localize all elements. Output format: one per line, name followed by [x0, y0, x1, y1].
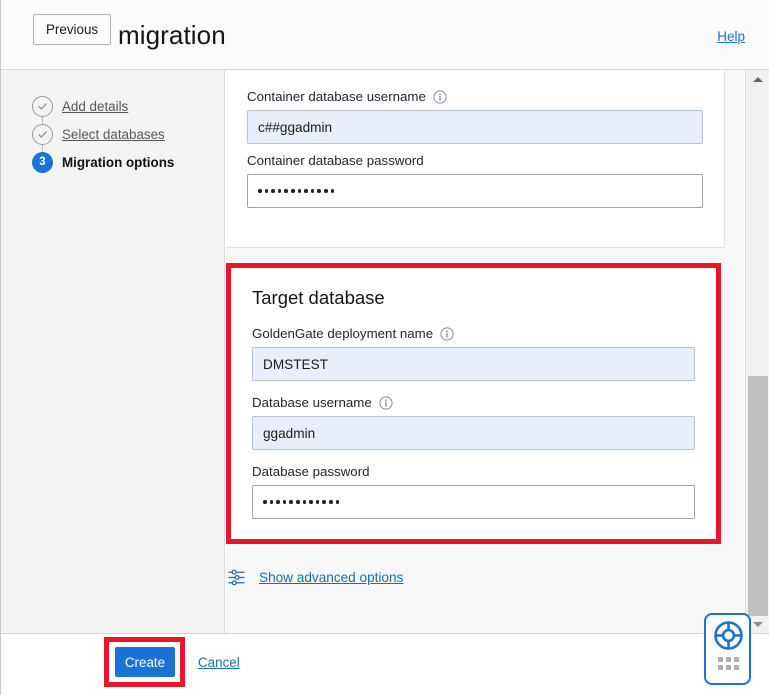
label-text: Container database username: [247, 89, 426, 104]
label-text: GoldenGate deployment name: [252, 326, 434, 341]
container-password-label: Container database password: [247, 153, 703, 168]
database-username-label: Database username: [252, 395, 695, 410]
section-title: Target database: [252, 287, 385, 308]
sidebar-item-add-details[interactable]: Add details: [32, 92, 212, 120]
wizard-form-scroll-area: Container database username c##ggadmin C…: [226, 70, 744, 633]
lifebuoy-icon: [714, 621, 743, 650]
info-icon[interactable]: [440, 326, 454, 341]
goldengate-deployment-label: GoldenGate deployment name: [252, 326, 695, 341]
container-password-input[interactable]: [247, 174, 703, 208]
cancel-link[interactable]: Cancel: [198, 655, 240, 670]
wizard-steps: Add details Select databases 3 Migration…: [32, 92, 212, 176]
show-advanced-options-label: Show advanced options: [259, 570, 404, 585]
source-database-card: Container database username c##ggadmin C…: [226, 70, 725, 248]
info-icon[interactable]: [433, 89, 447, 104]
sidebar-item-label: Add details: [62, 98, 129, 114]
container-username-label: Container database username: [247, 89, 703, 104]
goldengate-deployment-input[interactable]: DMSTEST: [252, 347, 695, 381]
arrow-up-glyph: [753, 76, 763, 82]
database-username-input[interactable]: ggadmin: [252, 416, 695, 450]
check-circle-icon: [32, 123, 53, 145]
label-text: Database username: [252, 395, 372, 410]
container-password-field-group: Container database password: [247, 153, 703, 208]
sliders-icon: [227, 568, 246, 587]
previous-button[interactable]: Previous: [33, 14, 112, 45]
goldengate-deployment-field-group: GoldenGate deployment name DMSTEST: [252, 326, 695, 381]
database-password-label: Database password: [252, 464, 695, 479]
info-icon[interactable]: [379, 395, 393, 410]
chevron-up-icon[interactable]: [746, 70, 769, 88]
password-mask-dots: [258, 189, 335, 193]
label-text: Database password: [252, 464, 370, 479]
target-database-card: Target database GoldenGate deployment na…: [231, 268, 716, 539]
show-advanced-options-toggle[interactable]: Show advanced options: [227, 568, 403, 587]
sidebar-item-migration-options[interactable]: 3 Migration options: [32, 148, 212, 176]
container-username-input[interactable]: c##ggadmin: [247, 110, 703, 144]
create-migration-dialog: Create migration Help Add details Select…: [0, 0, 769, 695]
password-mask-dots: [263, 500, 340, 504]
target-section-header: Target database: [252, 287, 695, 309]
check-circle-icon: [32, 95, 53, 117]
sidebar-item-select-databases[interactable]: Select databases: [32, 120, 212, 148]
scrollbar-thumb[interactable]: [748, 376, 768, 616]
step-number-badge: 3: [32, 151, 53, 173]
target-database-annotation-box: Target database GoldenGate deployment na…: [226, 263, 721, 544]
dialog-header: Create migration Help: [1, 0, 769, 70]
help-link[interactable]: Help: [717, 29, 745, 44]
database-password-field-group: Database password: [252, 464, 695, 519]
container-username-field-group: Container database username c##ggadmin: [247, 89, 703, 144]
arrow-down-glyph: [753, 621, 763, 627]
sidebar-item-label: Migration options: [62, 154, 175, 170]
wizard-sidebar: Add details Select databases 3 Migration…: [1, 70, 225, 633]
database-username-field-group: Database username ggadmin: [252, 395, 695, 450]
drag-handle-dots[interactable]: [718, 657, 740, 670]
label-text: Container database password: [247, 153, 424, 168]
sidebar-item-label: Select databases: [62, 126, 165, 142]
create-button[interactable]: Create: [115, 647, 175, 677]
vertical-scrollbar[interactable]: [745, 70, 769, 633]
support-widget[interactable]: [704, 613, 751, 685]
database-password-input[interactable]: [252, 485, 695, 519]
